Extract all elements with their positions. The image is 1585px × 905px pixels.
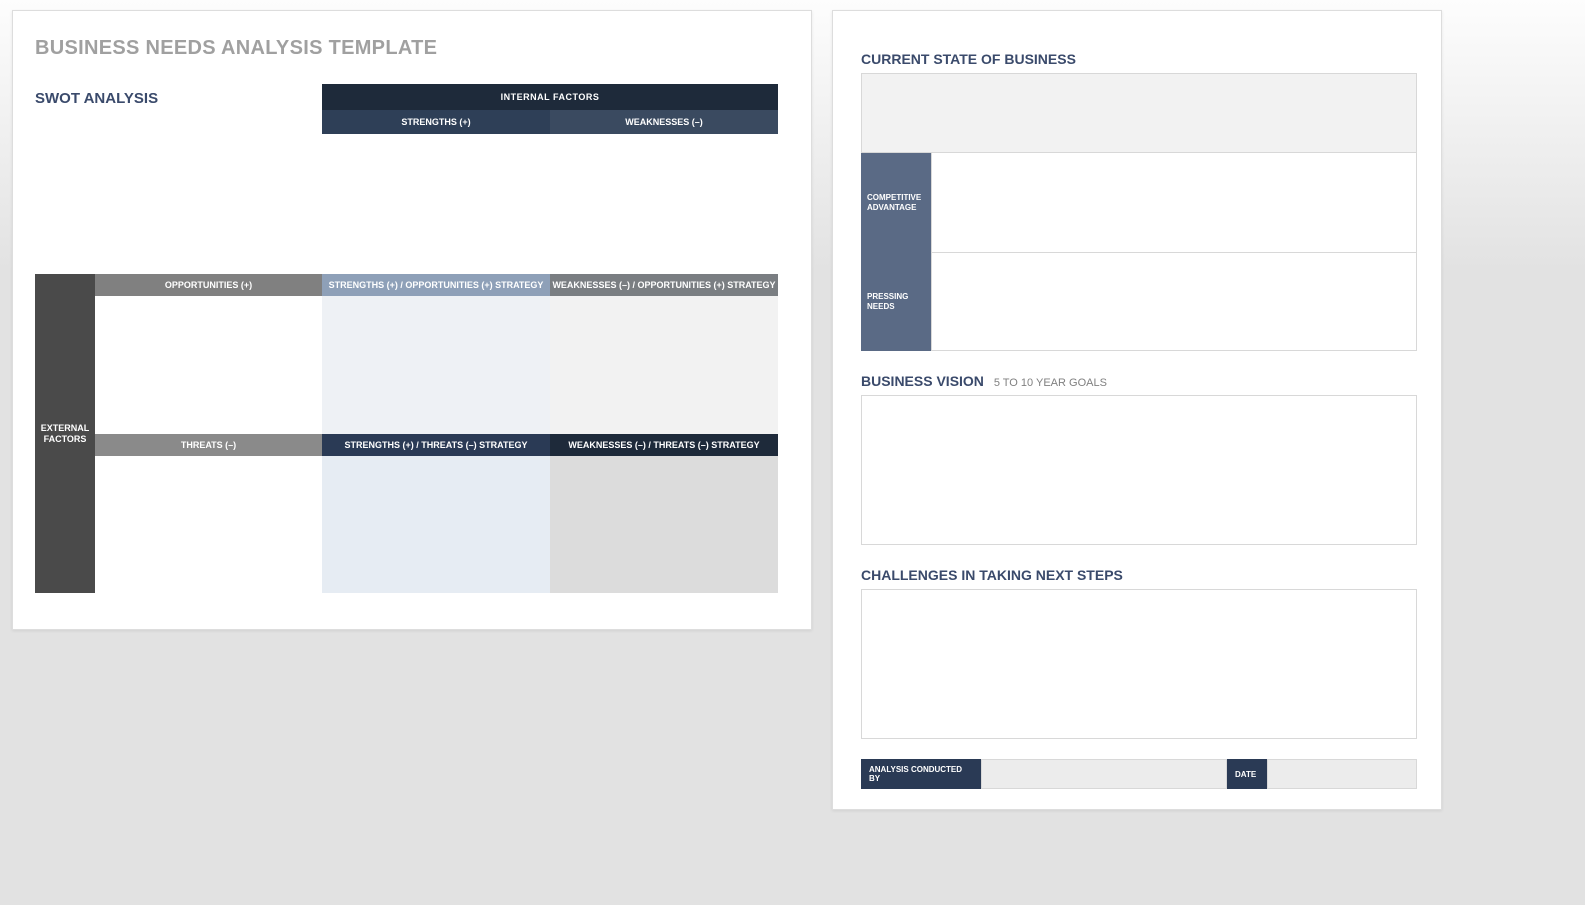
internal-factors-header: INTERNAL FACTORS [322, 84, 778, 110]
analysis-conducted-by-input[interactable] [981, 759, 1227, 789]
weaknesses-body[interactable] [550, 134, 778, 274]
competitive-advantage-body[interactable] [931, 153, 1417, 253]
strengths-body[interactable] [322, 134, 550, 274]
footer-row: ANALYSIS CONDUCTED BY DATE [861, 759, 1417, 789]
st-strategy-header: STRENGTHS (+) / THREATS (–) STRATEGY [322, 434, 550, 456]
weaknesses-header: WEAKNESSES (–) [550, 110, 778, 134]
pressing-needs-body[interactable] [931, 253, 1417, 351]
page-right: CURRENT STATE OF BUSINESS COMPETITIVE AD… [832, 10, 1442, 810]
threats-header: THREATS (–) [95, 434, 322, 456]
challenges-heading: CHALLENGES IN TAKING NEXT STEPS [861, 567, 1417, 583]
opportunities-body[interactable] [95, 296, 322, 434]
wt-strategy-body[interactable] [550, 456, 778, 593]
wo-strategy-header: WEAKNESSES (–) / OPPORTUNITIES (+) STRAT… [550, 274, 778, 296]
external-factors-label: EXTERNAL FACTORS [35, 274, 95, 593]
so-strategy-header: STRENGTHS (+) / OPPORTUNITIES (+) STRATE… [322, 274, 550, 296]
swot-heading: SWOT ANALYSIS [35, 90, 158, 107]
wo-strategy-body[interactable] [550, 296, 778, 434]
current-state-heading: CURRENT STATE OF BUSINESS [861, 51, 1417, 67]
date-label: DATE [1227, 759, 1267, 789]
challenges-body[interactable] [861, 589, 1417, 739]
competitive-advantage-row: COMPETITIVE ADVANTAGE [861, 153, 1417, 253]
strengths-header: STRENGTHS (+) [322, 110, 550, 134]
date-input[interactable] [1267, 759, 1417, 789]
business-vision-heading: BUSINESS VISION 5 TO 10 YEAR GOALS [861, 373, 1417, 389]
business-vision-label: BUSINESS VISION [861, 373, 984, 389]
blank-cell [35, 134, 95, 274]
st-strategy-body[interactable] [322, 456, 550, 593]
document-title: BUSINESS NEEDS ANALYSIS TEMPLATE [35, 37, 789, 60]
competitive-advantage-label: COMPETITIVE ADVANTAGE [861, 153, 931, 253]
so-strategy-body[interactable] [322, 296, 550, 434]
pressing-needs-label: PRESSING NEEDS [861, 253, 931, 351]
wt-strategy-header: WEAKNESSES (–) / THREATS (–) STRATEGY [550, 434, 778, 456]
threats-body[interactable] [95, 456, 322, 593]
pressing-needs-row: PRESSING NEEDS [861, 253, 1417, 351]
swot-section: SWOT ANALYSIS INTERNAL FACTORS STRENGTHS… [35, 84, 789, 593]
blank-cell [95, 110, 322, 134]
blank-cell [95, 134, 322, 274]
page-left: BUSINESS NEEDS ANALYSIS TEMPLATE SWOT AN… [12, 10, 812, 630]
business-vision-body[interactable] [861, 395, 1417, 545]
business-vision-sub: 5 TO 10 YEAR GOALS [994, 377, 1107, 389]
analysis-conducted-by-label: ANALYSIS CONDUCTED BY [861, 759, 981, 789]
opportunities-header: OPPORTUNITIES (+) [95, 274, 322, 296]
current-state-body[interactable] [861, 73, 1417, 153]
swot-table: INTERNAL FACTORS STRENGTHS (+) WEAKNESSE… [35, 84, 778, 593]
blank-cell [35, 110, 95, 134]
